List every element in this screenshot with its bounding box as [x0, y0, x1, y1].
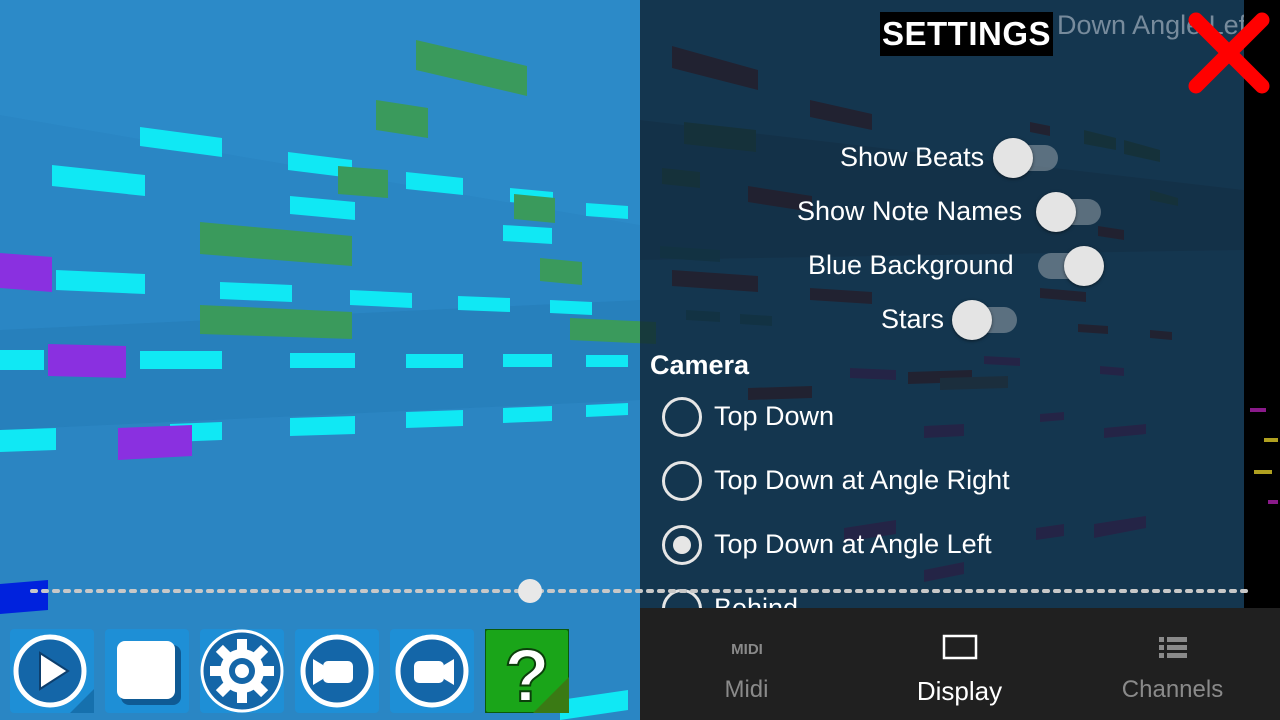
tab-display[interactable]: Display	[853, 608, 1066, 720]
settings-button[interactable]	[200, 629, 284, 713]
tab-channels-label: Channels	[1121, 676, 1224, 703]
play-icon	[10, 629, 94, 713]
tab-midi-label: Midi	[724, 676, 769, 703]
help-button[interactable]: ?	[484, 628, 570, 718]
play-button[interactable]	[10, 629, 94, 713]
tab-midi[interactable]: MIDI Midi	[640, 608, 853, 720]
camera-icon	[295, 629, 379, 713]
toggle-thumb-show-beats[interactable]	[993, 138, 1033, 178]
playback-slider-track[interactable]	[30, 589, 1250, 593]
close-icon[interactable]	[1184, 8, 1274, 98]
stop-icon	[105, 629, 189, 713]
toggle-thumb-show-note-names[interactable]	[1036, 192, 1076, 232]
playback-slider-thumb[interactable]	[518, 579, 543, 603]
toggle-label-show-note-names: Show Note Names	[797, 196, 1023, 226]
list-icon	[1158, 637, 1187, 658]
toggle-thumb-stars[interactable]	[952, 300, 992, 340]
toggle-thumb-blue-background[interactable]	[1064, 246, 1104, 286]
stop-button[interactable]	[105, 629, 189, 713]
camera-next-button[interactable]	[390, 629, 474, 713]
midi-icon: MIDI	[731, 641, 763, 658]
svg-text:MIDI: MIDI	[731, 641, 763, 658]
camera-heading: Camera	[650, 350, 750, 380]
tab-display-label: Display	[916, 676, 1003, 706]
toggle-label-stars: Stars	[881, 304, 945, 334]
settings-title: SETTINGS	[880, 12, 1054, 56]
svg-text:?: ?	[504, 634, 549, 713]
toggle-label-blue-background: Blue Background	[808, 250, 1014, 280]
camera-prev-button[interactable]	[295, 629, 379, 713]
camera-option-behind-clip: Behind	[640, 380, 1244, 608]
question-icon: ?	[484, 628, 570, 718]
gear-icon	[200, 629, 284, 713]
toggle-label-show-beats: Show Beats	[840, 142, 985, 172]
display-icon	[942, 634, 977, 660]
radio-label-behind: Behind	[714, 593, 799, 608]
camera-icon	[390, 629, 474, 713]
tab-channels[interactable]: Channels	[1066, 608, 1279, 720]
